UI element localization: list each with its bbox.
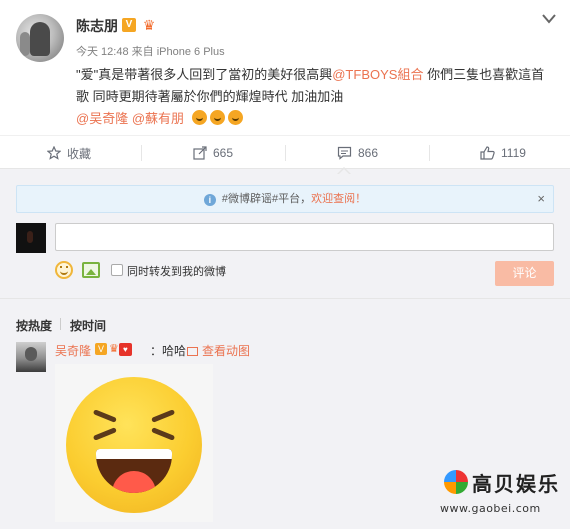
- source-prefix: 来自: [131, 46, 154, 58]
- commenter-badges: V ♛ ♥: [95, 342, 132, 356]
- tiger-emoji-icon: [227, 110, 243, 125]
- post-text-part1: "爱"真是带著很多人回到了當初的美好很高興: [76, 67, 333, 82]
- forward-checkbox[interactable]: [111, 264, 123, 276]
- view-animation-link[interactable]: 查看动图: [187, 342, 250, 359]
- comment-button[interactable]: 866: [337, 136, 378, 170]
- comment-icon: [337, 146, 352, 160]
- comment-input[interactable]: [55, 223, 554, 251]
- like-count: 1119: [501, 146, 526, 160]
- sort-by-time-tab[interactable]: 按时间: [70, 317, 106, 334]
- mention-tfboys-link[interactable]: @TFBOYS組合: [332, 67, 423, 82]
- commenter-name[interactable]: 吴奇隆: [55, 342, 91, 359]
- verified-badge-icon: V: [122, 18, 136, 32]
- forward-label[interactable]: 同时转发到我的微博: [127, 263, 226, 279]
- thumbs-up-icon: [480, 146, 495, 160]
- favorite-label: 收藏: [67, 146, 92, 161]
- vip-badge-icon: ♛: [109, 343, 119, 355]
- post-meta: 今天 12:48 来自 iPhone 6 Plus: [76, 43, 225, 59]
- notice-highlight-link[interactable]: 欢迎查阅！: [311, 193, 366, 205]
- comment-text: ：哈哈: [150, 344, 187, 358]
- laughing-emoji-icon: [66, 377, 202, 513]
- site-watermark: 高贝娱乐 www.gaobei.com: [440, 468, 562, 520]
- vip-badge-icon: ♛: [142, 17, 156, 33]
- post-action-bar: 收藏 665 866 1119: [0, 135, 570, 169]
- post-body: "爱"真是带著很多人回到了當初的美好很高興@TFBOYS組合 你們三隻也喜歡這首…: [76, 64, 552, 132]
- view-animation-label: 查看动图: [202, 344, 251, 358]
- image-upload-icon[interactable]: [82, 262, 100, 278]
- tiger-emoji-icon: [191, 110, 207, 125]
- chevron-down-icon[interactable]: [541, 12, 557, 26]
- post-source[interactable]: iPhone 6 Plus: [157, 46, 225, 58]
- repost-button[interactable]: 665: [193, 136, 233, 170]
- red-badge-icon: ♥: [118, 343, 132, 356]
- post-username[interactable]: 陈志朋: [76, 16, 118, 36]
- comment-gif-image[interactable]: [55, 364, 213, 522]
- watermark-title: 高贝娱乐: [472, 472, 560, 496]
- current-user-avatar[interactable]: [16, 223, 46, 253]
- tiger-emoji-group: [191, 110, 246, 132]
- commenter-avatar[interactable]: [16, 342, 46, 372]
- mention-suyoupeng-link[interactable]: @蘇有朋: [132, 111, 184, 126]
- tiger-emoji-icon: [209, 110, 225, 125]
- repost-icon: [193, 146, 207, 160]
- rumor-notice-banner: i #微博辟谣#平台，欢迎查阅！ ×: [16, 185, 554, 213]
- favorite-button[interactable]: 收藏: [47, 136, 91, 170]
- like-button[interactable]: 1119: [480, 136, 526, 170]
- repost-count: 665: [213, 146, 234, 160]
- comment-count: 866: [358, 146, 379, 160]
- info-icon: i: [203, 194, 216, 206]
- emoji-picker-icon[interactable]: [55, 261, 73, 279]
- sort-by-hot-tab[interactable]: 按热度: [16, 317, 52, 334]
- user-avatar[interactable]: [16, 14, 64, 62]
- section-divider: [0, 298, 570, 299]
- watermark-url: www.gaobei.com: [440, 502, 541, 515]
- verified-badge-icon: V: [95, 343, 107, 355]
- post-time[interactable]: 今天 12:48: [76, 46, 129, 58]
- notice-prefix[interactable]: #微博辟谣#平台，: [222, 193, 311, 205]
- weibo-post: 陈志朋 V ♛ 今天 12:48 来自 iPhone 6 Plus "爱"真是带…: [0, 0, 570, 135]
- close-icon[interactable]: ×: [537, 186, 545, 212]
- watermark-logo-icon: [444, 470, 468, 494]
- star-icon: [47, 146, 61, 160]
- image-icon: [187, 347, 198, 356]
- submit-comment-button[interactable]: 评论: [495, 261, 554, 286]
- mention-wuqilong-link[interactable]: @吴奇隆: [76, 111, 128, 126]
